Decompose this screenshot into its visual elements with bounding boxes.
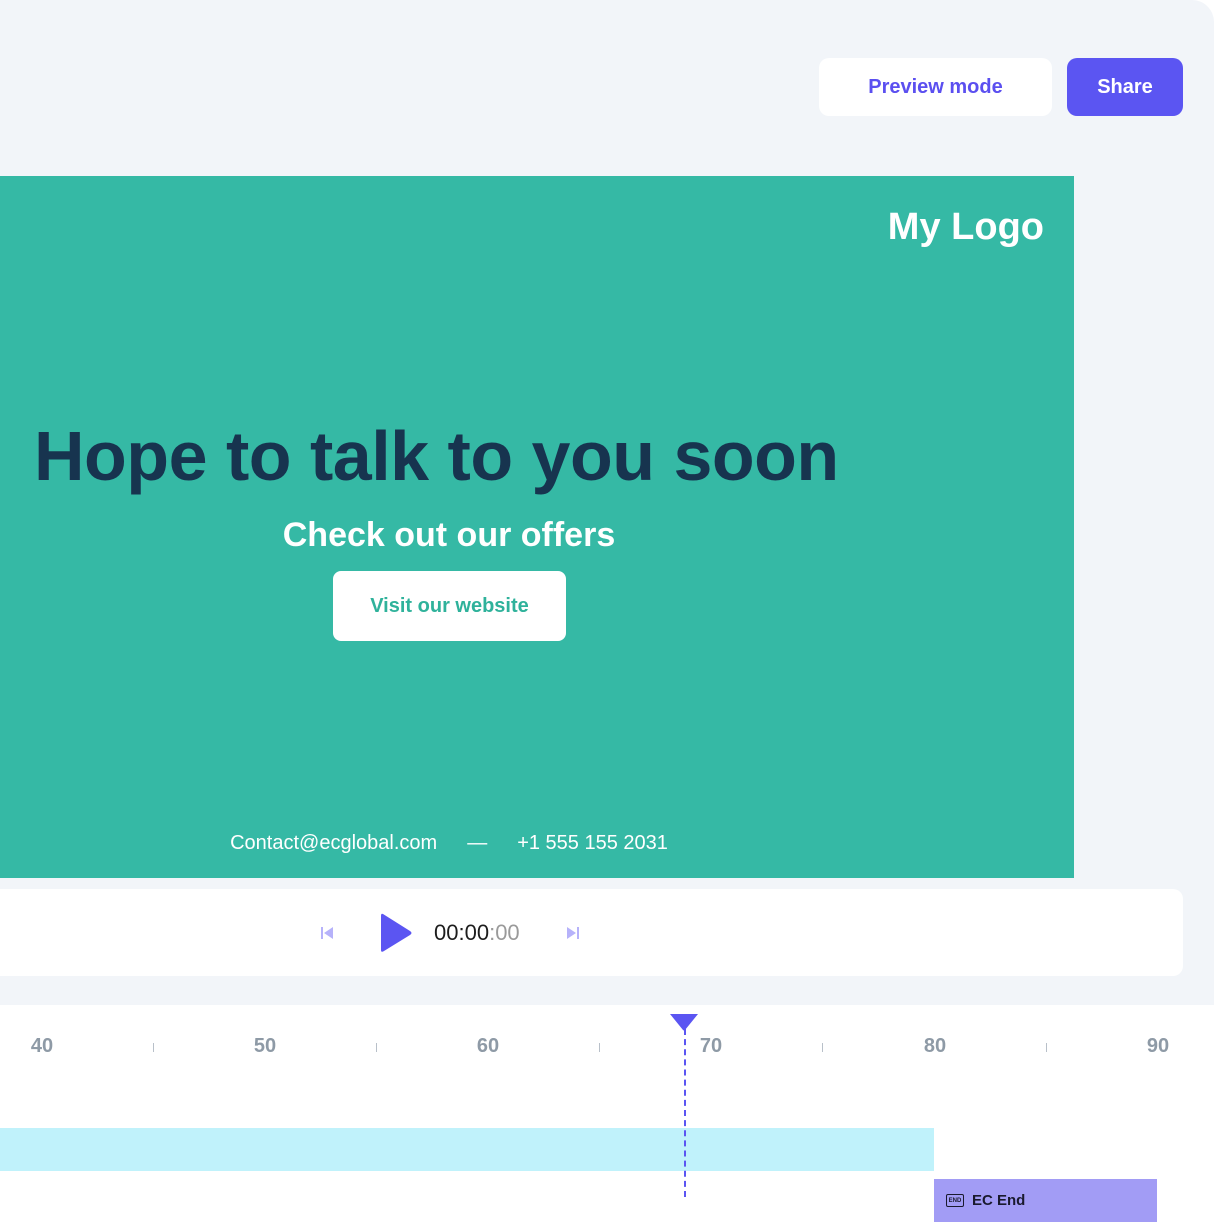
timecode-main: 00:00 [434,919,490,945]
playhead-line[interactable] [684,1029,686,1197]
player-controls: 00:00:00 [0,889,1183,976]
share-button[interactable]: Share [1067,58,1183,116]
tick-mark [822,1043,823,1052]
tick-mark [599,1043,600,1052]
preview-mode-button[interactable]: Preview mode [819,58,1052,116]
tick-label: 70 [699,1035,723,1057]
visit-website-button[interactable]: Visit our website [333,571,566,641]
tick-mark [153,1043,154,1052]
video-canvas[interactable]: My Logo Hope to talk to you soon Check o… [0,176,1074,878]
playhead-handle-icon[interactable] [669,1013,699,1036]
contact-phone: +1 555 155 2031 [517,832,668,854]
subheadline: Check out our offers [282,516,616,554]
contact-email: Contact@ecglobal.com [230,832,438,854]
ec-end-clip[interactable]: END EC End [934,1179,1157,1222]
timeline-track-clip[interactable] [0,1128,934,1171]
tick-label: 90 [1146,1035,1170,1057]
tick-label: 60 [476,1035,500,1057]
timeline[interactable]: 40 50 60 70 80 90 END EC End [0,1005,1214,1224]
logo: My Logo [887,206,1044,248]
tick-mark [1046,1043,1047,1052]
end-icon: END [946,1194,964,1207]
tick-label: 50 [253,1035,277,1057]
contact-separator: — [467,832,488,854]
play-icon[interactable] [378,889,414,976]
editor-app: Preview mode Share My Logo Hope to talk … [0,0,1214,1224]
ec-end-label: EC End [972,1192,1026,1209]
skip-forward-icon[interactable] [564,889,582,976]
tick-label: 80 [923,1035,947,1057]
skip-back-icon[interactable] [318,889,336,976]
timecode-frames: 00 [495,919,520,945]
tick-mark [376,1043,377,1052]
tick-label: 40 [30,1035,54,1057]
timecode: 00:00:00 [434,889,520,976]
headline: Hope to talk to you soon [34,417,839,495]
contact-line: Contact@ecglobal.com — +1 555 155 2031 [0,832,898,855]
